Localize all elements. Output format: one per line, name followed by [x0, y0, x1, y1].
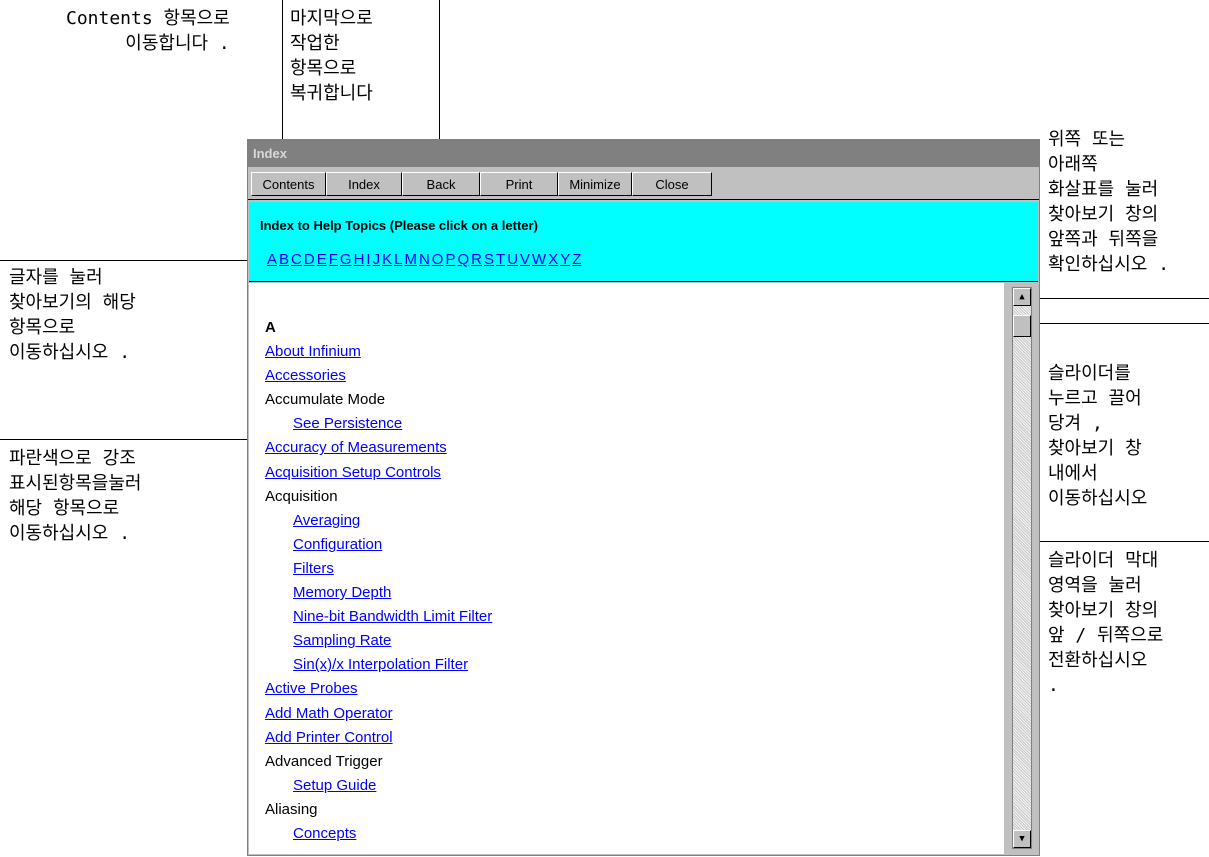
- index-link[interactable]: Active Probes: [265, 677, 492, 701]
- vertical-scrollbar[interactable]: ▲ ▼: [1012, 287, 1032, 849]
- letter-link-q[interactable]: Q: [457, 251, 469, 268]
- index-link[interactable]: Accuracy of Measurements: [265, 436, 492, 460]
- scroll-thumb[interactable]: [1013, 315, 1031, 337]
- leader-line-highlighted: [0, 439, 268, 440]
- index-link[interactable]: Configuration: [265, 533, 492, 557]
- index-window: Index Contents Index Back Print Minimize…: [247, 139, 1040, 856]
- index-list: A About Infinium Accessories Accumulate Mod…: [249, 283, 1004, 854]
- callout-letters: 글자를 눌러 찾아보기의 해당 항목으로 이동하십시오 .: [9, 267, 136, 363]
- letter-link-r[interactable]: R: [471, 251, 482, 268]
- letter-link-a[interactable]: A: [267, 251, 277, 268]
- callout-highlighted: 파란색으로 강조 표시된항목을눌러 해당 항목으로 이동하십시오 .: [9, 448, 142, 544]
- letter-link-p[interactable]: P: [445, 251, 455, 268]
- letter-link-j[interactable]: J: [373, 251, 381, 268]
- letter-link-n[interactable]: N: [419, 251, 430, 268]
- index-link[interactable]: Nine-bit Bandwidth Limit Filter: [265, 605, 492, 629]
- letter-links: ABCDEFGHIJKLMNOPQRSTUVWXYZ: [267, 251, 583, 268]
- index-heading: Index to Help Topics (Please click on a …: [260, 218, 538, 233]
- callout-slider: 슬라이더를 누르고 끌어 당겨 , 찾아보기 창 내에서 이동하십시오: [1048, 363, 1148, 509]
- print-button[interactable]: Print: [480, 172, 558, 196]
- letter-link-k[interactable]: K: [382, 251, 392, 268]
- index-link[interactable]: Setup Guide: [265, 774, 492, 798]
- letter-link-m[interactable]: M: [404, 251, 417, 268]
- arrow-up-icon: ▲: [1019, 292, 1025, 302]
- leader-line-track: [1024, 541, 1209, 542]
- letter-link-o[interactable]: O: [432, 251, 444, 268]
- index-link[interactable]: Filters: [265, 557, 492, 581]
- index-category: Advanced Trigger: [265, 752, 383, 770]
- letter-link-l[interactable]: L: [394, 251, 402, 268]
- letter-link-v[interactable]: V: [520, 251, 530, 268]
- back-button[interactable]: Back: [402, 172, 480, 196]
- arrow-down-icon: ▼: [1019, 834, 1025, 844]
- letter-link-e[interactable]: E: [317, 251, 327, 268]
- letter-link-s[interactable]: S: [484, 251, 494, 268]
- scroll-down-button[interactable]: ▼: [1013, 830, 1031, 848]
- letter-link-t[interactable]: T: [496, 251, 505, 268]
- section-heading: A: [265, 319, 276, 336]
- contents-button[interactable]: Contents: [251, 172, 326, 196]
- letter-link-c[interactable]: C: [291, 251, 302, 268]
- leader-line-letters: [0, 260, 268, 261]
- letter-link-b[interactable]: B: [279, 251, 289, 268]
- index-link[interactable]: Sin(x)/x Interpolation Filter: [265, 653, 492, 677]
- callout-arrows: 위쪽 또는 아래쪽 화살표를 눌러 찾아보기 창의 앞쪽과 뒤쪽을 확인하십시오…: [1048, 129, 1170, 275]
- letter-link-u[interactable]: U: [507, 251, 518, 268]
- leader-line-arrows: [1021, 298, 1209, 299]
- index-link[interactable]: Accessories: [265, 364, 492, 388]
- toolbar: Contents Index Back Print Minimize Close: [248, 168, 1039, 200]
- leader-line-contents: [282, 0, 283, 160]
- index-link[interactable]: Acquisition Setup Controls: [265, 461, 492, 485]
- callout-track: 슬라이더 막대 영역을 눌러 찾아보기 창의 앞 / 뒤쪽으로 전환하십시오 .: [1048, 550, 1164, 696]
- index-category: Aliasing: [265, 800, 318, 818]
- callout-back: 마지막으로 작업한 항목으로 복귀합니다: [290, 8, 373, 104]
- letter-link-z[interactable]: Z: [572, 251, 581, 268]
- index-category: Accumulate Mode: [265, 391, 386, 409]
- index-header-panel: Index to Help Topics (Please click on a …: [249, 202, 1038, 282]
- letter-link-w[interactable]: W: [532, 251, 546, 268]
- window-title: Index: [248, 140, 1039, 167]
- letter-link-f[interactable]: F: [329, 251, 338, 268]
- leader-line-back: [439, 0, 440, 160]
- letter-link-h[interactable]: H: [354, 251, 365, 268]
- index-link[interactable]: Averaging: [265, 509, 492, 533]
- letter-link-g[interactable]: G: [340, 251, 352, 268]
- close-button[interactable]: Close: [632, 172, 712, 196]
- index-link[interactable]: Memory Depth: [265, 581, 492, 605]
- letter-link-y[interactable]: Y: [560, 251, 570, 268]
- letter-link-x[interactable]: X: [548, 251, 558, 268]
- index-link[interactable]: About Infinium: [265, 340, 492, 364]
- scroll-up-button[interactable]: ▲: [1013, 288, 1031, 306]
- letter-link-d[interactable]: D: [304, 251, 315, 268]
- letter-link-i[interactable]: I: [366, 251, 370, 268]
- leader-line-slider: [1021, 323, 1209, 324]
- callout-contents: Contents 항목으로 이동합니다 .: [66, 8, 230, 54]
- index-entries: A About Infinium Accessories Accumulate Mod…: [265, 316, 492, 846]
- index-category: Acquisition: [265, 487, 338, 505]
- index-button[interactable]: Index: [326, 172, 402, 196]
- minimize-button[interactable]: Minimize: [558, 172, 632, 196]
- index-link[interactable]: See Persistence: [265, 412, 492, 436]
- index-link[interactable]: Sampling Rate: [265, 629, 492, 653]
- index-link[interactable]: Concepts: [265, 822, 492, 846]
- index-link[interactable]: Add Math Operator: [265, 702, 492, 726]
- index-link[interactable]: Add Printer Control: [265, 726, 492, 750]
